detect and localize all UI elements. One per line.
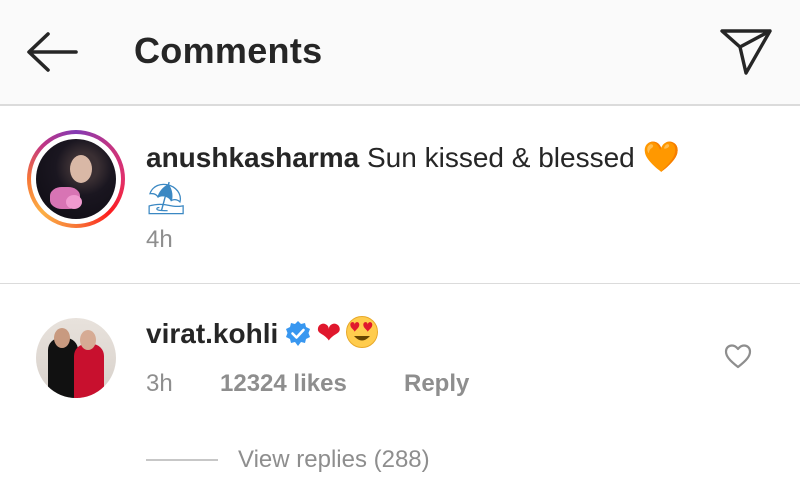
view-replies-button[interactable]: View replies (288) (238, 446, 430, 474)
caption-text: anushkasharma Sun kissed & blessed 🧡 ⛱ (146, 138, 766, 220)
beach-umbrella-emoji: ⛱ (146, 179, 187, 217)
username-link[interactable]: virat.kohli (146, 318, 278, 349)
divider (146, 459, 218, 461)
comment-row: virat.kohli ❤ 3h 12324 likes Reply View … (0, 284, 800, 499)
arrow-left-icon[interactable] (24, 30, 80, 74)
avatar[interactable] (36, 318, 116, 398)
story-ring[interactable] (27, 130, 125, 228)
username-link[interactable]: anushkasharma (146, 142, 359, 173)
caption-comment: anushkasharma Sun kissed & blessed 🧡 ⛱ 4… (0, 108, 800, 284)
comment-timestamp: 4h (146, 226, 173, 253)
verified-badge-icon (286, 321, 311, 346)
avatar (36, 139, 116, 219)
comment-text: virat.kohli ❤ (146, 314, 379, 354)
comment-body: Sun kissed & blessed (367, 142, 635, 173)
comment-timestamp: 3h (146, 370, 173, 397)
red-heart-emoji: ❤ (316, 316, 342, 351)
page-title: Comments (134, 30, 323, 71)
heart-eyes-emoji-icon (346, 316, 379, 348)
likes-count[interactable]: 12324 likes (220, 370, 347, 398)
orange-heart-emoji: 🧡 (642, 140, 680, 175)
paper-plane-icon[interactable] (718, 26, 774, 78)
top-bar: Comments (0, 0, 800, 106)
comment-meta: 3h 12324 likes Reply (146, 370, 469, 398)
reply-button[interactable]: Reply (404, 370, 469, 398)
heart-outline-icon[interactable] (723, 342, 753, 370)
